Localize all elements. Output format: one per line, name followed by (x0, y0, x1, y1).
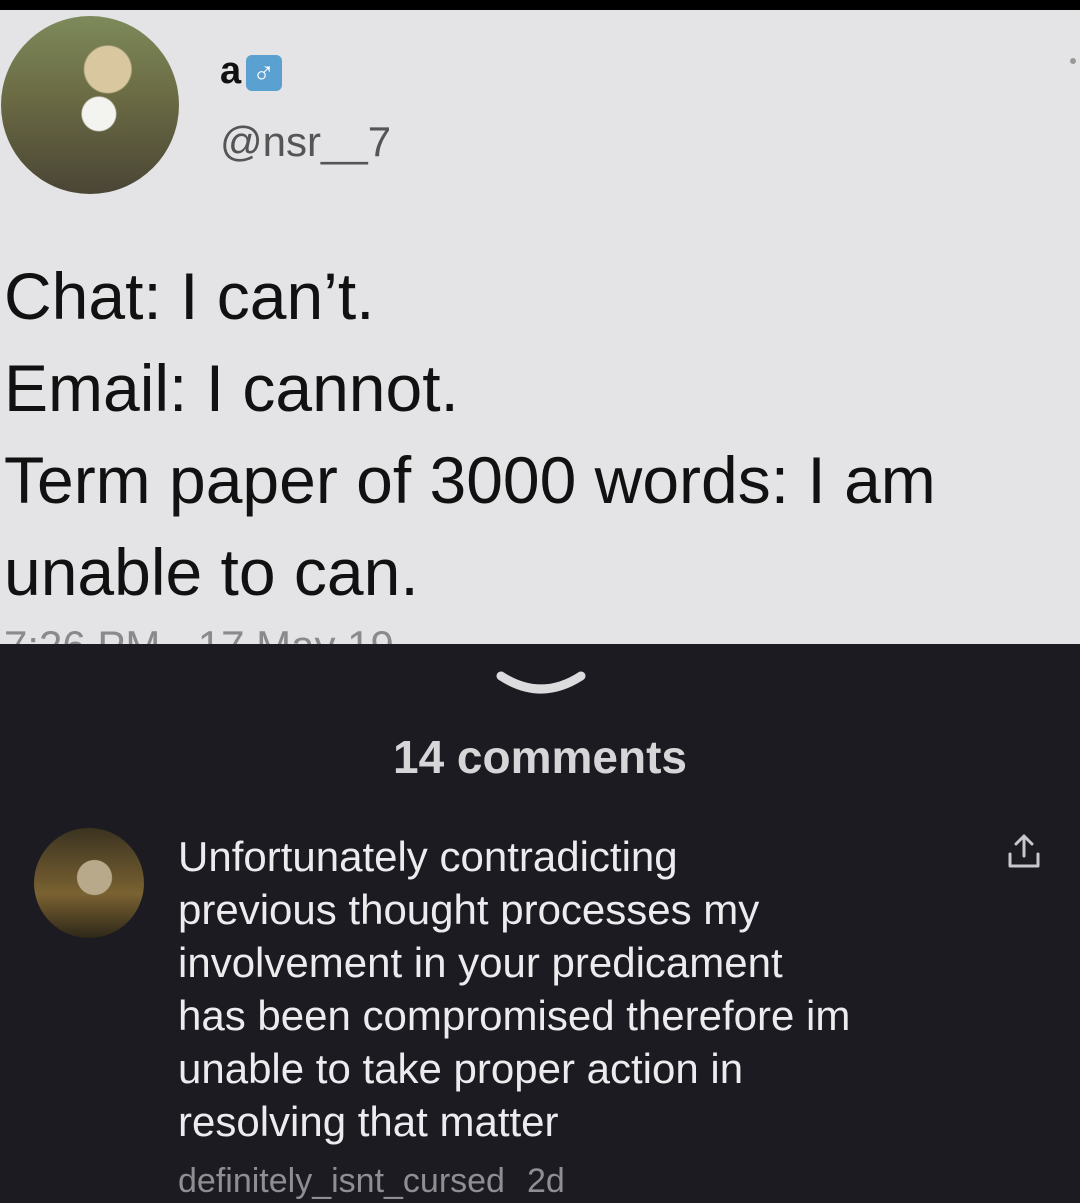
comment-age: 2d (526, 1162, 565, 1200)
comment-line: involvement in your predicament (178, 939, 783, 986)
tweet-line: unable to can. (4, 535, 419, 609)
comment-avatar[interactable] (34, 828, 144, 938)
comments-count: 14 comments (392, 731, 687, 783)
chevron-down-icon[interactable] (495, 668, 587, 700)
tweet-timestamp: 7:26 PM · 17 May 19 (4, 622, 394, 644)
display-name-text: a (220, 50, 243, 92)
tweet-handle: @nsr__7 (220, 118, 392, 165)
comment-author[interactable]: definitely_isnt_cursed (178, 1162, 505, 1200)
comment-body: Unfortunately contradicting previous tho… (178, 830, 958, 1148)
comment-line: previous thought processes my (178, 886, 760, 933)
tweet-display-name: a ♂ (220, 50, 283, 93)
share-icon[interactable] (1004, 832, 1044, 872)
comment-line: Unfortunately contradicting (178, 833, 678, 880)
more-dot-icon (1070, 58, 1076, 64)
comment-meta: definitely_isnt_cursed 2d (178, 1162, 565, 1201)
tweet-line: Email: I cannot. (4, 351, 459, 425)
top-edge-bar (0, 0, 1080, 10)
tweet-line: Chat: I can’t. (4, 259, 375, 333)
male-sign-icon: ♂ (246, 54, 283, 91)
comment-line: has been compromised therefore im (178, 992, 851, 1039)
comment-line: resolving that matter (178, 1098, 559, 1145)
tweet-avatar (1, 16, 179, 194)
tweet-body: Chat: I can’t. Email: I cannot. Term pap… (4, 250, 1074, 618)
comment-line: unable to take proper action in (178, 1045, 744, 1092)
tweet-screenshot: a ♂ @nsr__7 Chat: I can’t. Email: I canno… (0, 10, 1080, 644)
tweet-line: Term paper of 3000 words: I am (4, 443, 936, 517)
